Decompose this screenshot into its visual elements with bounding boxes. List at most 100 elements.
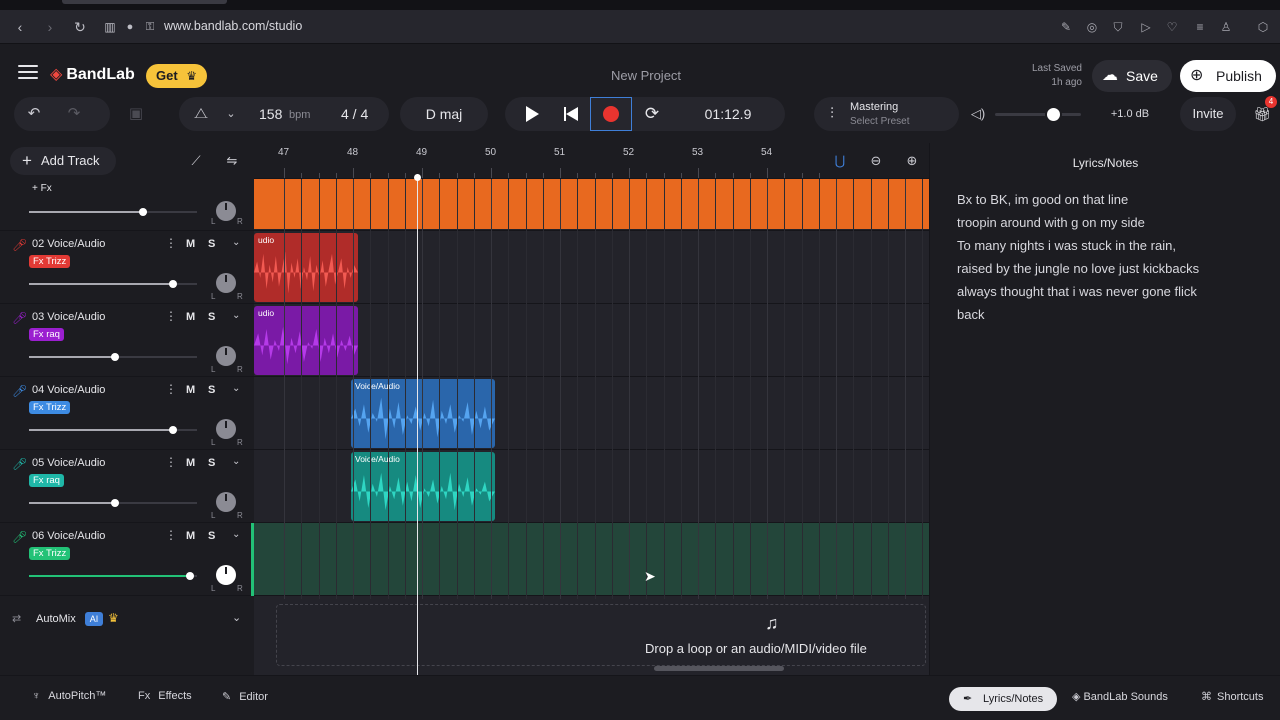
mic-icon[interactable]: ● xyxy=(120,17,140,37)
lyrics-notes-button[interactable]: ✒ Lyrics/Notes xyxy=(949,687,1057,711)
track-lane-02[interactable]: udio xyxy=(254,231,929,304)
heart-icon[interactable]: ♡ xyxy=(1164,19,1180,35)
audio-clip-orange[interactable] xyxy=(254,179,929,229)
audio-clip[interactable]: udio xyxy=(254,233,358,302)
pan-knob[interactable] xyxy=(216,346,236,366)
track-volume-slider[interactable] xyxy=(29,499,197,507)
fx-badge[interactable]: Fx Trizz xyxy=(29,255,71,268)
lyric-line[interactable]: troopin around with g on my side xyxy=(957,215,1145,230)
master-volume-thumb[interactable] xyxy=(1045,106,1063,123)
autopitch-button[interactable]: ♆ AutoPitch™ xyxy=(32,690,106,702)
mute-button[interactable]: M xyxy=(186,311,195,323)
track-row[interactable]: 🎤︎ 03 Voice/Audio ⋮ M S ⌄ Fx raq L R xyxy=(0,304,254,377)
hamburger-menu-icon[interactable] xyxy=(18,65,38,79)
lyric-line[interactable]: Bx to BK, im good on that line xyxy=(957,192,1128,207)
track-menu-icon[interactable]: ⋮ xyxy=(165,455,177,469)
track-volume-slider[interactable] xyxy=(29,353,197,361)
track-name[interactable]: 03 Voice/Audio xyxy=(32,311,105,323)
bandlab-sounds-button[interactable]: ◈ BandLab Sounds xyxy=(1072,690,1168,703)
add-track-button[interactable]: + Add Track xyxy=(10,147,116,175)
track-chevron-icon[interactable]: ⌄ xyxy=(232,237,240,248)
horizontal-scrollbar[interactable] xyxy=(654,666,784,671)
save-button[interactable]: ☁ Save xyxy=(1092,60,1172,92)
track-row[interactable]: 🎤︎ 04 Voice/Audio ⋮ M S ⌄ Fx Trizz L R xyxy=(0,377,254,450)
track-volume-slider[interactable] xyxy=(29,208,197,216)
track-chevron-icon[interactable]: ⌄ xyxy=(232,383,240,394)
drop-zone[interactable]: ♫ Drop a loop or an audio/MIDI/video fil… xyxy=(276,604,926,666)
menu-icon[interactable]: ≡ xyxy=(1192,19,1208,35)
track-menu-icon[interactable]: ⋮ xyxy=(165,309,177,323)
tracks-settings-icon[interactable]: ⇋ xyxy=(222,151,242,171)
metronome-icon[interactable]: ⧍ xyxy=(189,97,213,131)
forward-icon[interactable]: › xyxy=(40,17,60,37)
fx-badge[interactable]: Fx raq xyxy=(29,328,64,341)
track-lane-04[interactable]: Voice/Audio xyxy=(254,377,929,450)
track-row[interactable]: 🎤︎ 05 Voice/Audio ⋮ M S ⌄ Fx raq L R xyxy=(0,450,254,523)
redo-icon[interactable]: ↷ xyxy=(62,97,86,131)
pan-knob[interactable] xyxy=(216,273,236,293)
pan-knob[interactable] xyxy=(216,492,236,512)
track-volume-slider[interactable] xyxy=(29,426,197,434)
loop-icon[interactable]: ⟳ xyxy=(640,97,664,131)
pan-knob[interactable] xyxy=(216,419,236,439)
snap-magnet-icon[interactable]: ⋃ xyxy=(830,151,850,171)
lyric-line[interactable]: back xyxy=(957,307,984,322)
mute-button[interactable]: M xyxy=(186,530,195,542)
solo-button[interactable]: S xyxy=(208,238,215,250)
track-name[interactable]: 05 Voice/Audio xyxy=(32,457,105,469)
mute-button[interactable]: M xyxy=(186,238,195,250)
key-selector[interactable]: D maj xyxy=(400,97,488,131)
add-fx-button[interactable]: + Fx xyxy=(32,183,52,194)
track-volume-slider[interactable] xyxy=(29,572,197,580)
effects-button[interactable]: Fx Effects xyxy=(138,690,192,702)
timeline-area[interactable]: 47 48 49 50 51 52 53 54 ⋃ ⊖ ⊕ udio udio Voice/A… xyxy=(251,143,958,675)
undo-icon[interactable]: ↶ xyxy=(22,97,46,131)
camera-icon[interactable]: ◎ xyxy=(1084,19,1100,35)
user-icon[interactable]: ♙ xyxy=(1218,19,1234,35)
back-icon[interactable]: ‹ xyxy=(10,17,30,37)
shortcuts-button[interactable]: ⌘ Shortcuts xyxy=(1201,690,1263,703)
playhead[interactable] xyxy=(417,174,418,675)
track-name[interactable]: 02 Voice/Audio xyxy=(32,238,105,250)
track-lane-06[interactable] xyxy=(251,523,929,596)
record-button[interactable] xyxy=(590,97,632,131)
track-menu-icon[interactable]: ⋮ xyxy=(165,528,177,542)
shield-icon[interactable]: ⛉ xyxy=(1110,19,1126,35)
lyric-line[interactable]: always thought that i was never gone fli… xyxy=(957,284,1197,299)
editor-button[interactable]: ✎ Editor xyxy=(222,690,268,703)
track-menu-icon[interactable]: ⋮ xyxy=(165,236,177,250)
track-row[interactable]: 🎤︎ 02 Voice/Audio ⋮ M S ⌄ Fx Trizz L R xyxy=(0,231,254,304)
project-title[interactable]: New Project xyxy=(560,68,732,83)
fx-badge[interactable]: Fx Trizz xyxy=(29,547,71,560)
solo-button[interactable]: S xyxy=(208,384,215,396)
track-name[interactable]: 04 Voice/Audio xyxy=(32,384,105,396)
master-volume-slider[interactable] xyxy=(995,113,1081,116)
pan-knob[interactable] xyxy=(216,565,236,585)
track-lane-01[interactable] xyxy=(254,179,929,231)
save-state-icon[interactable]: ▣ xyxy=(124,97,148,131)
address-bar[interactable]: www.bandlab.com/studio xyxy=(164,19,302,33)
solo-button[interactable]: S xyxy=(208,311,215,323)
rewind-button[interactable] xyxy=(560,102,584,126)
playhead-handle[interactable] xyxy=(414,174,421,181)
pan-knob[interactable] xyxy=(216,201,236,221)
reload-icon[interactable]: ↻ xyxy=(70,17,90,37)
invite-button[interactable]: Invite xyxy=(1180,97,1236,131)
send-icon[interactable]: ▷ xyxy=(1138,19,1154,35)
automix-row[interactable]: ⇄ AutoMix AI ♛ ⌄ xyxy=(0,605,254,635)
solo-button[interactable]: S xyxy=(208,457,215,469)
track-row[interactable]: 🎤︎ 06 Voice/Audio ⋮ M S ⌄ Fx Trizz L R xyxy=(0,523,254,596)
track-chevron-icon[interactable]: ⌄ xyxy=(232,456,240,467)
timeline-ruler[interactable]: 47 48 49 50 51 52 53 54 xyxy=(254,143,929,179)
publish-button[interactable]: ⊕ Publish xyxy=(1180,60,1276,92)
automation-icon[interactable]: ⟋ xyxy=(186,151,206,171)
edit-icon[interactable]: ✎ xyxy=(1058,19,1074,35)
fx-badge[interactable]: Fx Trizz xyxy=(29,401,71,414)
bpm-value[interactable]: 158 xyxy=(259,97,282,131)
get-membership-button[interactable]: Get ♛ xyxy=(146,64,207,88)
zoom-in-icon[interactable]: ⊕ xyxy=(902,151,922,171)
metronome-chevron-icon[interactable]: ⌄ xyxy=(221,97,241,131)
track-lane-03[interactable]: udio xyxy=(254,304,929,377)
extension-icon[interactable]: ⬡ xyxy=(1255,19,1271,35)
mute-button[interactable]: M xyxy=(186,457,195,469)
